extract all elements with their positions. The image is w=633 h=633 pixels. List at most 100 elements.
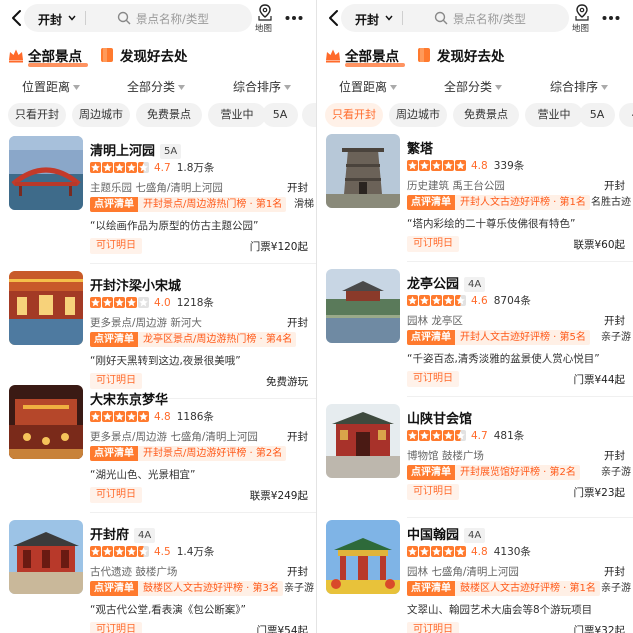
rating-row: 4.7 481条: [407, 428, 524, 442]
more-icon[interactable]: [285, 15, 303, 21]
chip-open-now[interactable]: 营业中: [525, 103, 583, 127]
attraction-photo: [9, 385, 83, 459]
category-location: 更多景点/周边游 七盛角/清明上河园: [90, 431, 258, 443]
rating-score: 4.8: [471, 160, 488, 172]
ranking-head: 点评清单: [90, 581, 138, 596]
ticket-price[interactable]: 门票¥23起: [573, 485, 625, 500]
search-input[interactable]: 景点名称/类型: [453, 11, 526, 27]
ticket-price[interactable]: 门票¥44起: [573, 372, 625, 387]
crown-icon: [9, 49, 23, 63]
star-icon: [455, 295, 466, 306]
map-button[interactable]: 地图: [569, 4, 595, 34]
chip-nearby-cities[interactable]: 周边城市: [72, 103, 130, 127]
chip-free[interactable]: 免费景点: [136, 103, 202, 127]
attraction-title-row: 开封汴梁小宋城: [90, 275, 181, 294]
filter-category[interactable]: 全部分类: [127, 78, 186, 95]
attraction-name: 山陕甘会馆: [407, 412, 473, 427]
review-quote: “以绘画作品为原型的仿古主题公园”: [90, 220, 259, 232]
map-button[interactable]: 地图: [252, 4, 278, 34]
search-input[interactable]: 景点名称/类型: [136, 11, 209, 27]
ranking-badge[interactable]: 点评清单 开封景点/周边游热门榜 · 第1名: [90, 197, 287, 212]
more-icon[interactable]: [602, 15, 620, 21]
rating-score: 4.5: [154, 546, 171, 558]
review-quote: “千姿百态,清秀淡雅的盆景使人赏心悦目”: [407, 353, 600, 365]
meta-row: 更多景点/周边游 新河大 开封: [90, 315, 308, 329]
attraction-card[interactable]: 繁塔 4.8 339条 历史建筑 禹王台公园 开封 点评清单 开封人文古迹好评榜 · …: [317, 134, 633, 262]
attraction-name: 繁塔: [407, 142, 434, 157]
ranking-head: 点评清单: [407, 465, 455, 480]
filter-bar: 位置距离 全部分类 综合排序: [317, 78, 633, 98]
chip-5a[interactable]: 5A: [262, 103, 298, 127]
attraction-card[interactable]: 清明上河园 5A 4.7 1.8万条 主题乐园 七盛角/清明上河园 开封 点评清单 开封…: [0, 136, 316, 264]
ticket-price[interactable]: 联票¥249起: [250, 488, 308, 503]
star-icon: [90, 297, 101, 308]
book-tomorrow-tag: 可订明日: [90, 487, 142, 503]
ranking-badge[interactable]: 点评清单 鼓楼区人文古迹好评榜 · 第1名: [407, 581, 600, 596]
book-tomorrow-tag: 可订明日: [407, 622, 459, 633]
attraction-card[interactable]: 开封汴梁小宋城 4.0 1218条 更多景点/周边游 新河大 开封 点评清单 龙亭区景…: [0, 271, 316, 399]
chip-4a[interactable]: 4: [302, 103, 316, 127]
chip-open-now[interactable]: 营业中: [208, 103, 266, 127]
filter-category[interactable]: 全部分类: [444, 78, 503, 95]
star-icon: [431, 546, 442, 557]
attraction-card[interactable]: 中国翰园 4A 4.8 4130条 园林 七盛角/清明上河园 开封 点评清单 鼓楼区人文…: [317, 520, 633, 633]
attraction-card[interactable]: 开封府 4A 4.5 1.4万条 古代遗迹 鼓楼广场 开封 点评清单 鼓楼区人文古迹好评…: [0, 520, 316, 633]
ranking-text: 开封人文古迹好评榜 · 第1名: [460, 197, 586, 208]
tab-underline: [28, 63, 88, 67]
city-label: 开封: [604, 315, 625, 327]
ticket-price[interactable]: 门票¥54起: [256, 623, 308, 633]
chip-free[interactable]: 免费景点: [453, 103, 519, 127]
attraction-name: 大宋东京梦华: [90, 393, 169, 408]
city-label: 开封: [604, 566, 625, 578]
heading-tabs: 全部景点 发现好去处: [317, 44, 633, 68]
ticket-price[interactable]: 门票¥120起: [250, 239, 308, 254]
ranking-badge[interactable]: 点评清单 龙亭区景点/周边游热门榜 · 第4名: [90, 332, 297, 347]
ranking-badge[interactable]: 点评清单 鼓楼区人文古迹好评榜 · 第3名: [90, 581, 283, 596]
filter-distance[interactable]: 位置距离: [22, 78, 81, 95]
book-tomorrow-tag: 可订明日: [90, 238, 142, 254]
filter-sort[interactable]: 综合排序: [550, 78, 609, 95]
filter-sort[interactable]: 综合排序: [233, 78, 292, 95]
rating-score: 4.7: [154, 162, 171, 174]
chip-only-city[interactable]: 只看开封: [325, 103, 383, 127]
filter-distance[interactable]: 位置距离: [339, 78, 398, 95]
attraction-title-row: 山陕甘会馆: [407, 408, 473, 427]
attraction-card[interactable]: 龙亭公园 4A 4.6 8704条 园林 龙亭区 开封 点评清单 开封人文古迹好评榜 ·…: [317, 269, 633, 397]
attraction-photo: [326, 269, 400, 343]
star-rating: [407, 295, 467, 309]
ranking-badge[interactable]: 点评清单 开封展览馆好评榜 · 第2名: [407, 465, 580, 480]
chip-nearby-cities[interactable]: 周边城市: [389, 103, 447, 127]
ranking-badge[interactable]: 点评清单 开封人文古迹好评榜 · 第5名: [407, 330, 590, 345]
chip-only-city[interactable]: 只看开封: [8, 103, 66, 127]
card-divider: [407, 396, 633, 397]
ranking-badge[interactable]: 点评清单 开封人文古迹好评榜 · 第1名: [407, 195, 590, 210]
card-divider: [407, 517, 633, 518]
ranking-badge[interactable]: 点评清单 开封景点/周边游好评榜 · 第2名: [90, 446, 287, 461]
attraction-card[interactable]: 山陕甘会馆 4.7 481条 博物馆 鼓楼广场 开封 点评清单 开封展览馆好评榜 · …: [317, 404, 633, 532]
search-box[interactable]: 开封 景点名称/类型: [24, 4, 252, 32]
ticket-price[interactable]: 门票¥32起: [573, 623, 625, 633]
star-icon: [126, 546, 137, 557]
category-location: 历史建筑 禹王台公园: [407, 180, 505, 192]
panel-left: 开封 景点名称/类型 地图 全部景点 发现好去处 位置距离 全部分类 综合排序 …: [0, 0, 316, 633]
attraction-name: 龙亭公园: [407, 277, 460, 292]
category-location: 主题乐园 七盛角/清明上河园: [90, 182, 223, 194]
search-divider: [402, 11, 403, 25]
attraction-card[interactable]: 大宋东京梦华 4.8 1186条 更多景点/周边游 七盛角/清明上河园 开封 点评清…: [0, 385, 316, 513]
rating-score: 4.0: [154, 297, 171, 309]
map-label: 地图: [255, 24, 273, 34]
level-badge: 4A: [134, 528, 156, 543]
city-selector[interactable]: 开封: [38, 11, 62, 28]
ranking-text: 开封展览馆好评榜 · 第2名: [460, 467, 576, 478]
filter-label: 位置距离: [22, 80, 71, 94]
city-selector[interactable]: 开封: [355, 11, 379, 28]
attraction-photo: [9, 136, 83, 210]
chip-4a[interactable]: 4A: [619, 103, 633, 127]
search-box[interactable]: 开封 景点名称/类型: [341, 4, 569, 32]
search-icon: [434, 11, 448, 25]
star-icon: [114, 162, 125, 173]
star-icon: [431, 295, 442, 306]
ticket-price[interactable]: 联票¥60起: [573, 237, 625, 252]
chip-5a[interactable]: 5A: [579, 103, 615, 127]
top-bar: 开封 景点名称/类型 地图: [317, 4, 633, 34]
